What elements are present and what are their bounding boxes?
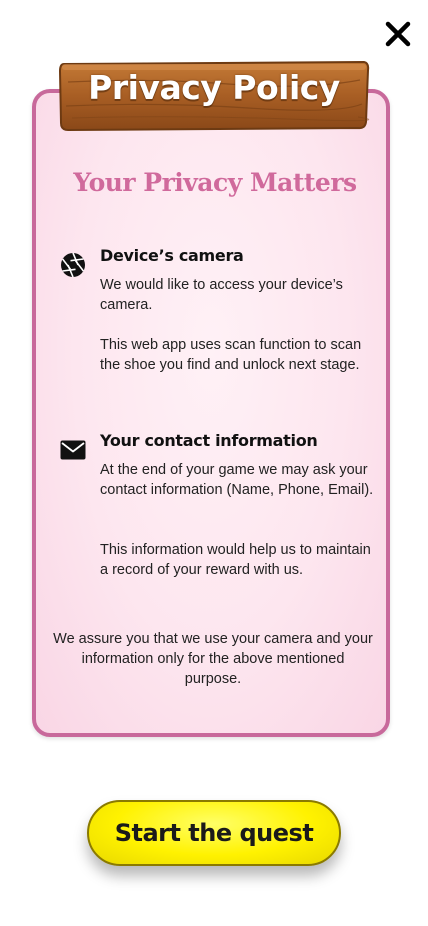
close-button[interactable] <box>384 20 412 48</box>
title-plank: Privacy Policy <box>58 60 370 132</box>
camera-paragraph-1: We would like to access your device’s ca… <box>100 277 343 313</box>
envelope-icon <box>60 439 86 461</box>
section-heading-contact: Your contact information <box>100 431 318 450</box>
start-quest-button[interactable]: Start the quest <box>87 800 341 866</box>
contact-paragraph-2: This information would help us to mainta… <box>100 542 371 578</box>
camera-aperture-icon <box>60 252 86 278</box>
assurance-text: We assure you that we use your camera an… <box>53 631 373 687</box>
modal-title: Privacy Policy <box>88 68 340 107</box>
section-heading-camera: Device’s camera <box>100 246 244 265</box>
contact-paragraph-1: At the end of your game we may ask your … <box>100 462 374 498</box>
close-icon <box>385 21 411 47</box>
modal-subtitle: Your Privacy Matters <box>73 168 357 197</box>
camera-paragraph-2: This web app uses scan function to scan … <box>100 337 362 373</box>
